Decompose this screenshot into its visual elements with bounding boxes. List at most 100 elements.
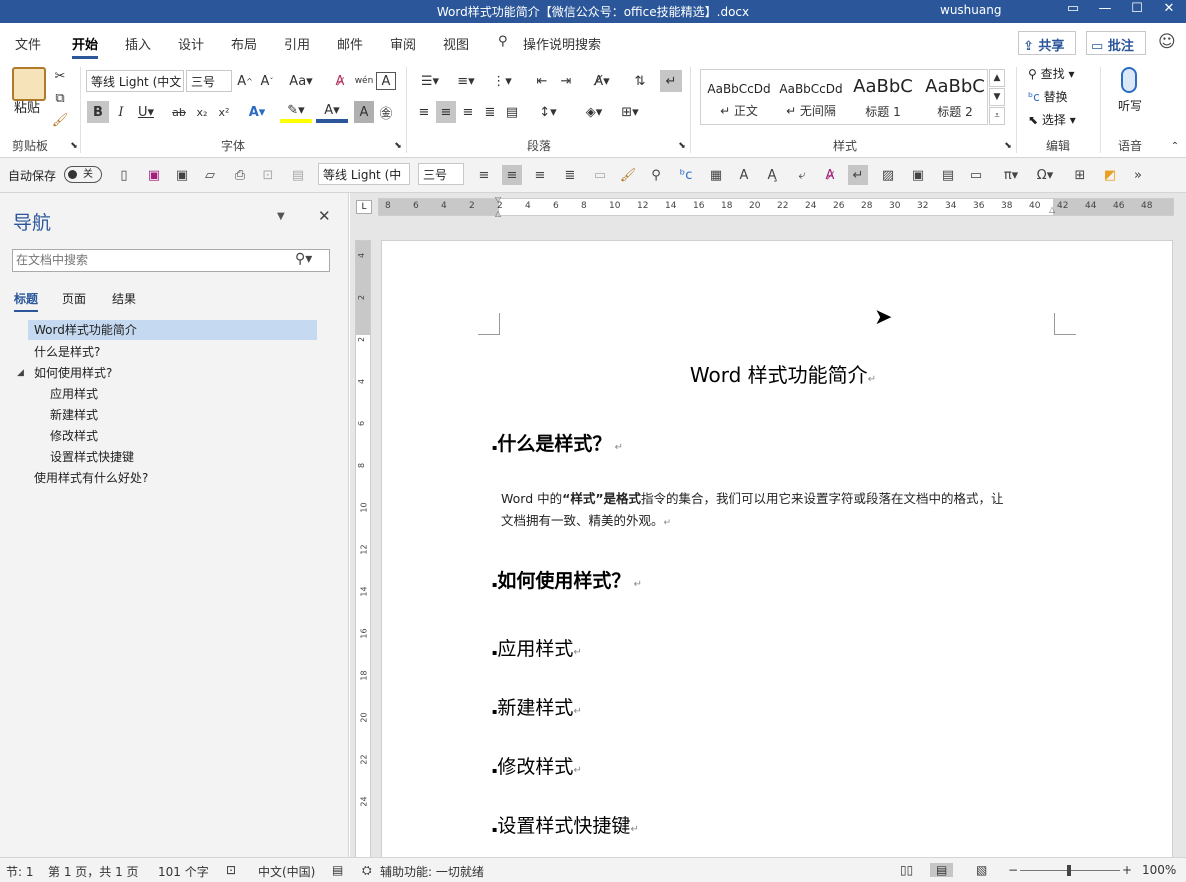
style-heading-1[interactable]: AaBbC 标题 1 [847,70,919,126]
qat-picture-icon[interactable]: ▨ [878,165,898,185]
paste-icon[interactable] [12,67,46,101]
status-zoom[interactable]: 100% [1142,863,1176,877]
underline-icon[interactable]: U▾ [133,101,159,123]
subheading[interactable]: ▪修改样式↵ [492,752,582,779]
tab-insert[interactable]: 插入 [125,34,151,53]
user-name[interactable]: wushuang [940,3,1001,17]
char-shading-icon[interactable]: A [354,101,374,123]
qat-show-marks-icon[interactable]: ↵ [848,165,868,185]
tab-home[interactable]: 开始 [72,34,99,59]
doc-title[interactable]: Word 样式功能简介↵ [382,359,1174,388]
align-right-icon[interactable]: ≡ [458,101,478,123]
zoom-out-icon[interactable]: − [1008,863,1018,877]
compare-icon[interactable]: ⊡ [258,165,278,185]
qat-distributed-icon[interactable]: ▭ [590,165,610,185]
first-line-indent-marker[interactable]: ▽ [495,195,501,204]
tab-mailings[interactable]: 邮件 [337,34,363,53]
qat-align-right-icon[interactable]: ≡ [530,165,550,185]
qat-font-a-icon[interactable]: A [734,165,754,185]
qat-size-combo[interactable]: 三号 [418,163,464,185]
heading-what[interactable]: ▪什么是样式？ ↵ [492,429,623,456]
tell-me-search[interactable]: 操作说明搜索 [523,34,601,53]
paragraph-launcher-icon[interactable]: ⬊ [676,135,688,157]
cut-icon[interactable]: ✂ [50,65,70,87]
styles-scroll-up-icon[interactable]: ▲ [989,69,1005,87]
tab-references[interactable]: 引用 [284,34,310,53]
align-left-icon[interactable]: ≡ [414,101,434,123]
paste-label[interactable]: 粘贴 [14,97,40,116]
ribbon-display-icon[interactable]: ▭ [1058,1,1088,16]
smiley-icon[interactable]: ☺ [1158,32,1176,52]
bold-icon[interactable]: B [87,101,109,123]
clear-format-icon[interactable]: A̷ [330,70,350,92]
bullets-icon[interactable]: ☰▾ [414,70,446,92]
tab-selector[interactable]: L [356,200,372,214]
new-doc-icon[interactable]: ▯ [114,165,134,185]
microphone-icon[interactable] [1121,67,1137,93]
proofing-icon[interactable]: ⊡ [226,863,236,877]
subheading[interactable]: ▪应用样式↵ [492,634,582,661]
nav-heading-item[interactable]: 使用样式有什么好处? [34,468,148,488]
save-icon[interactable]: ▣ [172,165,192,185]
right-indent-marker[interactable]: △ [1049,205,1055,214]
share-button[interactable]: ⇪ 共享 [1018,31,1076,55]
enclose-char-icon[interactable]: ㊎ [376,101,396,123]
nav-options-icon[interactable]: ▼ [277,211,285,222]
highlight-icon[interactable]: ✎▾ [280,101,312,123]
horizontal-ruler[interactable]: 8 6 4 2 2 4 6 8 10 12 14 16 18 20 22 24 26 28 30 32 34 36 38 40… [378,195,1174,218]
tab-layout[interactable]: 布局 [231,34,257,53]
nav-tab-results[interactable]: 结果 [112,290,136,307]
nav-heading-item[interactable]: 如何使用样式? [34,363,112,383]
collapse-ribbon-icon[interactable]: ⌃ [1168,135,1182,157]
status-accessibility[interactable]: 辅助功能: 一切就绪 [380,863,484,880]
qat-table-icon[interactable]: ⊞ [1070,165,1090,185]
qat-addin-icon[interactable]: ◩ [1100,165,1120,185]
qat-char-format-icon[interactable]: A̧ [762,165,782,185]
char-border-icon[interactable]: A [376,72,396,90]
styles-scroll-down-icon[interactable]: ▼ [989,88,1005,106]
collapse-triangle-icon[interactable]: ◢ [17,363,24,383]
nav-heading-item[interactable]: 新建样式 [50,405,98,425]
decrease-indent-icon[interactable]: ⇤ [532,70,552,92]
styles-launcher-icon[interactable]: ⬊ [1002,135,1014,157]
grow-font-icon[interactable]: A ^ [236,70,254,92]
qat-textbox-icon[interactable]: ▦ [706,165,726,185]
nav-tab-headings[interactable]: 标题 [14,290,39,312]
accessibility-icon[interactable]: ⛭ [362,863,372,878]
minimize-icon[interactable]: — [1090,1,1120,16]
qat-wrap-icon[interactable]: ⤶ [792,165,812,185]
format-painter-icon[interactable]: 🖌 [50,109,70,131]
nav-heading-item[interactable]: Word样式功能简介 [28,320,317,340]
tab-view[interactable]: 视图 [443,34,469,53]
align-center-icon[interactable]: ≡ [436,101,456,123]
qat-equation-icon[interactable]: π▾ [996,165,1026,185]
vertical-scrollbar[interactable] [1176,216,1186,857]
left-indent-marker[interactable]: △ [495,209,501,218]
heading-how[interactable]: ▪如何使用样式？ ↵ [492,566,642,593]
style-normal[interactable]: AaBbCcDd ↵ 正文 [703,70,775,126]
strikethrough-icon[interactable]: ab [168,101,190,123]
qat-more-icon[interactable]: » [1128,165,1148,185]
style-no-spacing[interactable]: AaBbCcDd ↵ 无间隔 [775,70,847,126]
comment-button[interactable]: ▭ 批注 [1086,31,1146,55]
copy-icon[interactable]: ⧉ [50,87,70,109]
numbering-icon[interactable]: ≡▾ [450,70,482,92]
font-size-combo[interactable]: 三号 [186,70,232,92]
body-paragraph[interactable]: Word 中的“样式”是格式指令的集合，我们可以用它来设置字符或段落在文档中的格… [501,488,1071,534]
shrink-font-icon[interactable]: Aˇ [258,70,276,92]
web-layout-icon[interactable]: ▧ [976,863,987,877]
multilevel-list-icon[interactable]: ⋮▾ [486,70,518,92]
subheading[interactable]: ▪设置样式快捷键↵ [492,811,639,838]
save-as-icon[interactable]: ▣ [144,165,164,185]
nav-heading-item[interactable]: 设置样式快捷键 [50,447,134,467]
tab-design[interactable]: 设计 [178,34,204,53]
tab-file[interactable]: 文件 [15,34,41,53]
qat-justify-icon[interactable]: ≣ [560,165,580,185]
borders-icon[interactable]: ⊞▾ [614,101,646,123]
close-icon[interactable]: ✕ [1154,1,1184,16]
qat-replace-icon[interactable]: ᵇc [676,165,696,185]
subheading[interactable]: ▪新建样式↵ [492,693,582,720]
read-mode-icon[interactable]: ▯▯ [900,863,913,877]
paste-special-icon[interactable]: ▤ [288,165,308,185]
qat-format-painter-icon[interactable]: 🖌 [618,165,638,185]
